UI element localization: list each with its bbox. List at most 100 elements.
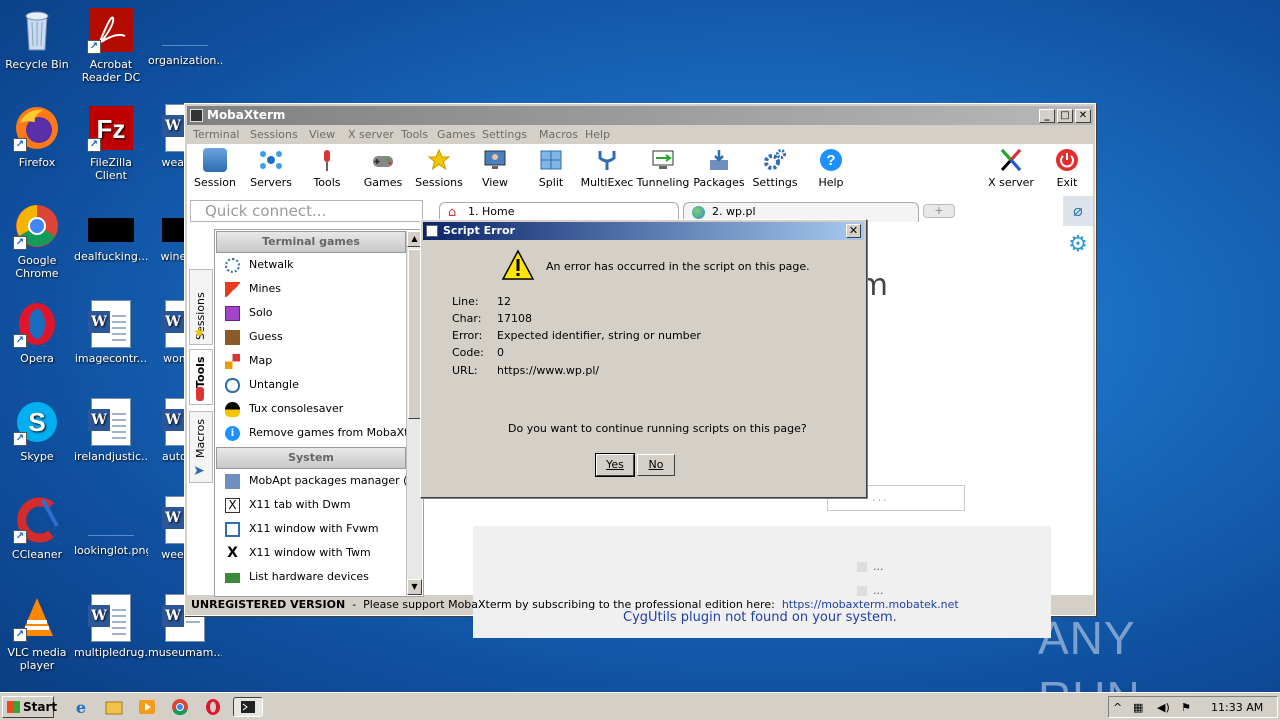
- shortcut-arrow-icon: ↗: [13, 628, 27, 642]
- list-item-untangle[interactable]: Untangle: [223, 376, 409, 396]
- desktop-icon-skype[interactable]: S ↗ Skype: [0, 398, 74, 463]
- list-item-netwalk[interactable]: Netwalk: [223, 256, 409, 276]
- menu-view[interactable]: View: [309, 128, 335, 141]
- help-button[interactable]: ? Help: [803, 148, 859, 189]
- games-icon: [371, 148, 395, 172]
- maximize-button[interactable]: □: [1057, 109, 1073, 123]
- list-item-mobapt[interactable]: MobApt packages manager (expe: [223, 472, 409, 492]
- menu-help[interactable]: Help: [585, 128, 610, 141]
- quick-connect-input[interactable]: Quick connect...: [190, 200, 423, 222]
- close-button[interactable]: ✕: [1075, 109, 1091, 123]
- scroll-down-button[interactable]: ▼: [407, 579, 422, 595]
- tray-expand-icon[interactable]: ^: [1113, 701, 1122, 714]
- servers-button[interactable]: Servers: [243, 148, 299, 189]
- games-button[interactable]: Games: [355, 148, 411, 189]
- list-item-hardware[interactable]: List hardware devices: [223, 568, 409, 588]
- minimize-button[interactable]: _: [1039, 109, 1055, 123]
- desktop-icon-organization[interactable]: organization...: [148, 6, 222, 67]
- new-tab-button[interactable]: +: [923, 204, 955, 218]
- menu-sessions[interactable]: Sessions: [250, 128, 298, 141]
- menubar: Terminal Sessions View X server Tools Ga…: [187, 126, 1093, 144]
- tools-icon: [196, 387, 204, 401]
- taskbar-opera-icon[interactable]: [202, 697, 224, 717]
- desktop-icon-acrobat[interactable]: ↗ Acrobat Reader DC: [74, 6, 148, 84]
- taskbar-media-player-icon[interactable]: [136, 697, 158, 717]
- star-icon: ★: [193, 325, 206, 341]
- opera-icon: ↗: [13, 300, 61, 348]
- desktop-icon-ccleaner[interactable]: ↗ CCleaner: [0, 496, 74, 561]
- file-thumbnail-icon: [162, 22, 208, 46]
- shortcut-arrow-icon: ↗: [13, 432, 27, 446]
- desktop-icon-irelandjustic[interactable]: irelandjustic...: [74, 398, 148, 463]
- exit-button[interactable]: Exit: [1039, 148, 1095, 189]
- word-document-icon: [88, 398, 131, 446]
- menu-tools[interactable]: Tools: [401, 128, 428, 141]
- menu-games[interactable]: Games: [437, 128, 475, 141]
- menu-x-server[interactable]: X server: [348, 128, 394, 141]
- tunneling-button[interactable]: Tunneling: [635, 148, 691, 189]
- start-button[interactable]: Start: [2, 696, 57, 718]
- taskbar-explorer-icon[interactable]: [103, 697, 125, 717]
- tools-button[interactable]: Tools: [299, 148, 355, 189]
- firefox-icon: ↗: [13, 104, 61, 152]
- desktop-icon-chrome[interactable]: ↗ Google Chrome: [0, 202, 74, 280]
- packages-button[interactable]: Packages: [691, 148, 747, 189]
- xserver-button[interactable]: X server: [983, 148, 1039, 189]
- volume-icon[interactable]: ◀): [1157, 701, 1170, 714]
- paperclip-icon: [225, 378, 240, 393]
- mobatek-link[interactable]: https://mobaxterm.mobatek.net: [782, 598, 959, 611]
- list-item-map[interactable]: Map: [223, 352, 409, 372]
- desktop-icon-dealfucking[interactable]: dealfucking...: [74, 202, 148, 263]
- menu-settings[interactable]: Settings: [482, 128, 527, 141]
- desktop-icon-firefox[interactable]: ↗ Firefox: [0, 104, 74, 169]
- gear-icon[interactable]: ⚙: [1063, 230, 1093, 260]
- netwalk-icon: [225, 258, 240, 273]
- action-center-flag-icon[interactable]: ⚑: [1181, 701, 1191, 714]
- list-item-remove-games[interactable]: iRemove games from MobaXterm: [223, 424, 409, 444]
- tools-panel: Terminal games Netwalk Mines Solo Guess …: [214, 229, 424, 597]
- split-button[interactable]: Split: [523, 148, 579, 189]
- taskbar-ie-icon[interactable]: e: [70, 697, 92, 717]
- clock[interactable]: 11:33 AM: [1211, 701, 1263, 714]
- list-item-x11-fvwm[interactable]: X11 window with Fvwm: [223, 520, 409, 540]
- list-item-x11-dwm[interactable]: X X11 tab with Dwm: [223, 496, 409, 516]
- desktop-icon-vlc[interactable]: ↗ VLC media player: [0, 594, 74, 672]
- servers-icon: [259, 148, 283, 172]
- menu-macros[interactable]: Macros: [539, 128, 578, 141]
- desktop-icon-multipledrug[interactable]: multipledrug...: [74, 594, 148, 659]
- no-button[interactable]: No: [637, 454, 675, 476]
- desktop-icon-opera[interactable]: ↗ Opera: [0, 300, 74, 365]
- menu-terminal[interactable]: Terminal: [193, 128, 240, 141]
- view-button[interactable]: View: [467, 148, 523, 189]
- image-thumbnail-icon: [88, 512, 134, 536]
- attach-icon[interactable]: ⌀: [1063, 196, 1093, 226]
- list-item-solo[interactable]: Solo: [223, 304, 409, 324]
- session-button[interactable]: Session: [187, 148, 243, 189]
- desktop-icon-lookinglot[interactable]: lookinglot.png: [74, 496, 148, 557]
- taskbar-chrome-icon[interactable]: [169, 697, 191, 717]
- multiexec-icon: [595, 148, 619, 172]
- packages-icon: [707, 148, 731, 172]
- desktop-icon-recycle-bin[interactable]: Recycle Bin: [0, 6, 74, 71]
- desktop-icon-filezilla[interactable]: Fz ↗ FileZilla Client: [74, 104, 148, 182]
- list-item-guess[interactable]: Guess: [223, 328, 409, 348]
- black-thumbnail-icon: [88, 218, 134, 242]
- multiexec-button[interactable]: MultiExec: [579, 148, 635, 189]
- list-item-x11-twm[interactable]: X X11 window with Twm: [223, 544, 409, 564]
- mobaxterm-app-icon: [190, 109, 203, 122]
- taskbar-mobaxterm-icon[interactable]: [233, 697, 263, 717]
- yes-button[interactable]: Yes: [595, 453, 635, 477]
- dialog-close-button[interactable]: ✕: [846, 224, 861, 238]
- window-titlebar[interactable]: MobaXterm _ □ ✕: [187, 106, 1093, 125]
- list-item-mines[interactable]: Mines: [223, 280, 409, 300]
- list-item-tux[interactable]: Tux consolesaver: [223, 400, 409, 420]
- group-system[interactable]: System: [216, 447, 406, 469]
- dialog-titlebar[interactable]: Script Error ✕: [423, 222, 864, 240]
- settings-button[interactable]: Settings: [747, 148, 803, 189]
- svg-text:e: e: [76, 698, 86, 717]
- group-terminal-games[interactable]: Terminal games: [216, 231, 406, 253]
- shortcut-arrow-icon: ↗: [13, 334, 27, 348]
- desktop-icon-imagecontr[interactable]: imagecontr...: [74, 300, 148, 365]
- network-icon[interactable]: ▦: [1133, 701, 1143, 714]
- sessions-button[interactable]: Sessions: [411, 148, 467, 189]
